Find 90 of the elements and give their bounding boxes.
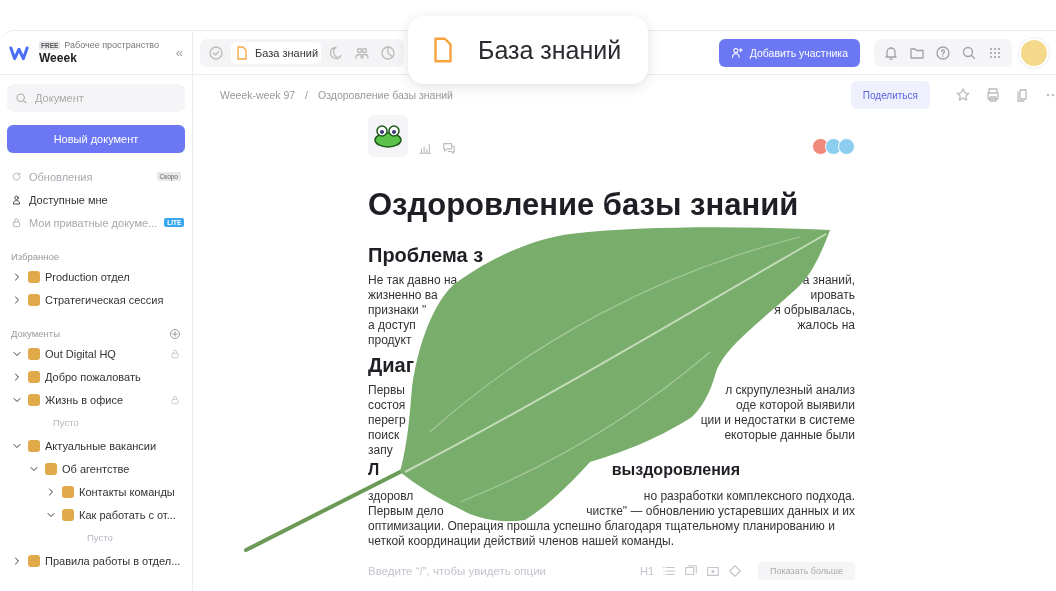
paragraph-text: Не так давно на	[368, 273, 458, 288]
gallery-icon	[684, 564, 699, 578]
paragraph-text: запу	[368, 443, 393, 458]
breadcrumb-separator: /	[305, 89, 309, 101]
paragraph-text: поиск	[368, 428, 400, 443]
tree-item[interactable]: Out Digital HQ	[0, 342, 192, 365]
document-title: Оздоровление базы знаний	[368, 187, 800, 223]
section-heading: Л	[368, 461, 380, 479]
member-avatar	[812, 138, 829, 155]
paragraph-text: чистке" — обновлению устаревших данных и их	[586, 504, 855, 519]
paragraph-text: Первым дело	[368, 504, 444, 519]
list-icon	[662, 564, 677, 578]
search-placeholder: Документ	[35, 92, 84, 104]
lock-icon	[169, 347, 181, 360]
lock-icon	[169, 393, 181, 406]
page-emoji-icon	[28, 370, 40, 383]
page-emoji-icon	[28, 293, 40, 306]
paragraph-text: оптимизации. Операция прошла успешно благодаря тщательному планированию и	[368, 519, 835, 534]
user-avatar[interactable]	[1019, 37, 1049, 68]
tree-item[interactable]: Правила работы в отдел...	[0, 549, 192, 572]
document-icon	[234, 44, 250, 61]
add-user-icon	[730, 46, 744, 59]
page-emoji-icon	[28, 270, 40, 283]
paragraph-text: оде которой выявили	[736, 398, 855, 413]
page-emoji-icon	[45, 462, 57, 475]
section-title: Избранное	[11, 251, 60, 262]
empty-note: Пусто	[87, 532, 113, 543]
section-heading: выздоровления	[611, 461, 740, 479]
print-icon	[985, 87, 1001, 103]
tree-item[interactable]: Контакты команды	[0, 480, 192, 503]
workspace-name: Weeek	[39, 51, 78, 65]
search-icon	[961, 44, 977, 61]
callout-title: База знаний	[478, 35, 622, 65]
paragraph-text: а доступ	[368, 318, 416, 333]
add-member-button[interactable]: Добавить участника	[718, 38, 860, 67]
section-title: Документы	[11, 328, 60, 339]
share-button[interactable]: Поделиться	[850, 81, 930, 109]
tree-item[interactable]: Стратегическая сессия	[0, 288, 192, 311]
add-icon	[169, 327, 181, 340]
check-circle-icon	[208, 44, 224, 61]
paragraph-text: л скрупулезный анализ	[725, 383, 855, 398]
paragraph-text: жалось на	[797, 318, 855, 333]
tree-item[interactable]: Добро пожаловать	[0, 365, 192, 388]
paragraph-text: четкой координации действий членов нашей команды.	[368, 534, 674, 549]
section-heading: Проблема з	[368, 244, 484, 267]
tree-item[interactable]: Как работать с от...	[0, 503, 192, 526]
moon-icon	[328, 44, 345, 61]
paragraph-text: екоторые данные были	[724, 428, 855, 443]
paragraph-text: ции и недостатки в системе	[700, 413, 855, 428]
refresh-icon	[11, 171, 22, 182]
paragraph-text: но разработки комплексного подхода.	[643, 489, 855, 504]
tree-item[interactable]: Об агентстве	[0, 457, 192, 480]
nav-item[interactable]: Доступные мне	[0, 188, 192, 211]
paragraph-text: Первы	[368, 383, 405, 398]
section-heading: Диаг	[368, 354, 414, 377]
help-icon	[935, 44, 951, 61]
page-emoji-icon	[62, 508, 74, 521]
member-avatar	[838, 138, 855, 155]
frog-icon[interactable]	[368, 115, 408, 157]
star-icon	[955, 87, 971, 103]
workspace-caption: Рабочее пространство	[64, 40, 159, 50]
paragraph-text: признаки "	[368, 303, 427, 318]
paragraph-text: перегр	[368, 413, 406, 428]
bell-icon	[883, 44, 899, 61]
new-document-button[interactable]: Новый документ	[7, 125, 185, 153]
page-emoji-icon	[28, 554, 40, 567]
page-emoji-icon	[28, 439, 40, 452]
embed-icon	[706, 564, 721, 578]
empty-note: Пусто	[53, 417, 79, 428]
paragraph-text: здоровл	[368, 489, 414, 504]
paragraph-text: ировать	[810, 288, 855, 303]
page-emoji-icon	[62, 485, 74, 498]
pie-chart-icon	[380, 44, 397, 61]
comments-icon	[442, 141, 456, 155]
tree-item[interactable]: Актуальные вакансии	[0, 434, 192, 457]
paragraph-text: продукт	[368, 333, 412, 348]
tree-item[interactable]: Production отдел	[0, 265, 192, 288]
tree-item[interactable]: Жизнь в офисе	[0, 388, 192, 411]
paragraph-text: я обрывалась,	[774, 303, 855, 318]
layers-icon	[728, 564, 743, 578]
page-emoji-icon	[28, 393, 40, 406]
paragraph-text: состоя	[368, 398, 406, 413]
user-icon	[11, 194, 22, 205]
lock-icon	[11, 217, 22, 228]
tab[interactable]: База знаний	[231, 41, 322, 64]
breadcrumb-current: Оздоровление базы знаний	[318, 89, 453, 101]
page-emoji-icon	[28, 347, 40, 360]
paragraph-text: жизненно ва	[368, 288, 438, 303]
stats-icon	[418, 141, 432, 155]
search-icon	[15, 91, 28, 105]
